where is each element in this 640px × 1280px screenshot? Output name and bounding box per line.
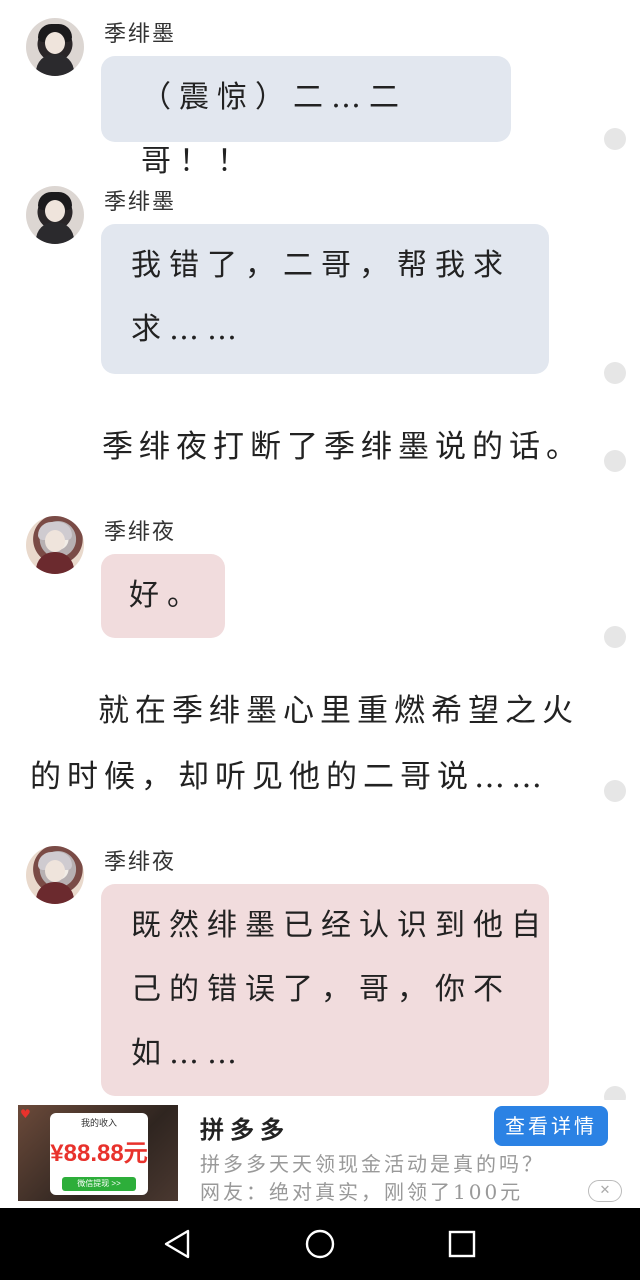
avatar[interactable]: [26, 516, 84, 574]
ad-description-line: 网友：绝对真实，刚领了100元: [200, 1180, 524, 1204]
speaker-name: 季绯夜: [104, 520, 177, 545]
speaker-name: 季绯墨: [104, 22, 177, 47]
message-text: 好。: [129, 578, 205, 613]
ad-title: 拼多多: [200, 1115, 290, 1144]
narration-text: 就在季绯墨心里重燃希望之火 的时候，却听见他的二哥说……: [30, 678, 600, 810]
message-text: （震惊）二…二哥！！: [141, 80, 407, 179]
avatar[interactable]: [26, 186, 84, 244]
avatar-body: [36, 552, 74, 574]
message-bubble[interactable]: 既然绯墨已经认识到他自 己的错误了，哥，你不 如……: [101, 884, 549, 1096]
avatar[interactable]: [26, 18, 84, 76]
message-bubble[interactable]: 好。: [101, 554, 225, 638]
more-dot[interactable]: [604, 780, 626, 802]
avatar[interactable]: [26, 846, 84, 904]
triangle-back-icon[interactable]: [162, 1228, 194, 1260]
ad-card-title: 我的收入: [80, 1118, 117, 1128]
message-text-line: 求……: [131, 312, 245, 347]
more-dot[interactable]: [604, 362, 626, 384]
circle-home-icon[interactable]: [304, 1228, 336, 1260]
more-dot[interactable]: [604, 128, 626, 150]
ad-banner[interactable]: ♥ 我的收入 ¥88.88元 微信提现 >> 拼多多 拼多多天天领现金活动是真的…: [0, 1100, 640, 1208]
message-bubble[interactable]: 我错了，二哥，帮我求 求……: [101, 224, 549, 374]
message-bubble[interactable]: （震惊）二…二哥！！: [101, 56, 511, 179]
message-text-line: 既然绯墨已经认识到他自: [131, 908, 549, 943]
avatar-face: [45, 200, 65, 222]
message-text-line: 我错了，二哥，帮我求: [131, 248, 511, 283]
system-navigation-bar: [0, 1208, 640, 1280]
ad-image[interactable]: ♥ 我的收入 ¥88.88元 微信提现 >>: [18, 1105, 178, 1201]
avatar-face: [45, 32, 65, 54]
narration-line: 季绯夜打断了季绯墨说的话。: [102, 429, 583, 465]
ad-amount: ¥88.88元: [50, 1140, 148, 1167]
ad-withdraw-button: 微信提现 >>: [62, 1177, 136, 1191]
avatar-face: [45, 530, 65, 552]
ad-description-line: 拼多多天天领现金活动是真的吗？: [200, 1152, 545, 1176]
heart-icon: ♥: [20, 1107, 31, 1121]
avatar-body: [36, 54, 74, 76]
speaker-name: 季绯夜: [104, 850, 177, 875]
speaker-name: 季绯墨: [104, 190, 177, 215]
avatar-face: [45, 860, 65, 882]
avatar-body: [36, 222, 74, 244]
ad-income-card: 我的收入 ¥88.88元 微信提现 >>: [50, 1113, 148, 1195]
narration-text: 季绯夜打断了季绯墨说的话。: [102, 414, 602, 480]
message-text-line: 己的错误了，哥，你不: [131, 972, 511, 1007]
close-icon[interactable]: ✕: [588, 1180, 622, 1202]
narration-line: 就在季绯墨心里重燃希望之火: [98, 693, 579, 729]
ad-description: 拼多多天天领现金活动是真的吗？ 网友：绝对真实，刚领了100元: [200, 1150, 600, 1204]
more-dot[interactable]: [604, 626, 626, 648]
square-recent-icon[interactable]: [446, 1228, 478, 1260]
avatar-body: [36, 882, 74, 904]
narration-line: 的时候，却听见他的二哥说……: [30, 759, 548, 795]
view-details-button[interactable]: 查看详情: [494, 1106, 608, 1146]
more-dot[interactable]: [604, 450, 626, 472]
message-text-line: 如……: [131, 1036, 245, 1071]
